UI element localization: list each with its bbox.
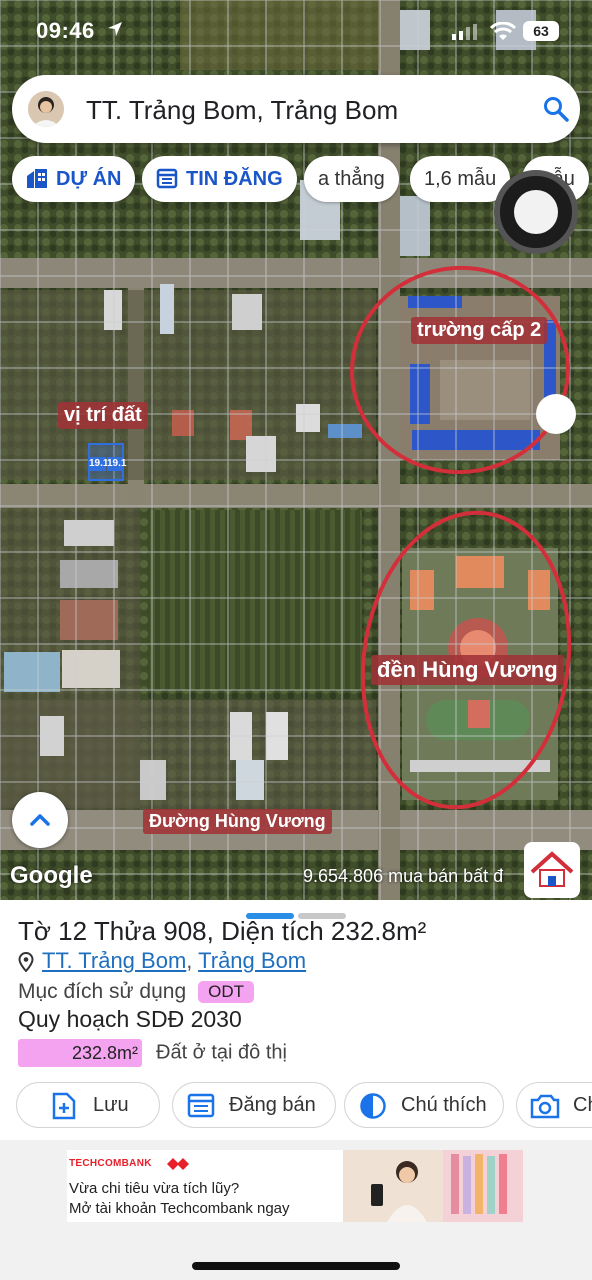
label-temple: đền Hùng Vương (371, 655, 564, 685)
district-link[interactable]: Trảng Bom (198, 948, 306, 973)
status-bar: 09:46 63 (0, 0, 592, 64)
legend-label: Chú thích (401, 1094, 487, 1116)
camera-add-icon (530, 1094, 560, 1119)
add-photo-label: Ch (573, 1094, 592, 1116)
ad-brand: TECHCOMBANK (69, 1158, 152, 1169)
ad-banner[interactable]: TECHCOMBANK Vừa chi tiêu vừa tích lũy? M… (67, 1150, 523, 1222)
clock: 09:46 (36, 18, 95, 43)
search-input[interactable]: TT. Trảng Bom, Trảng Bom (86, 95, 398, 126)
chevron-up-icon (30, 814, 50, 826)
action-buttons: Lưu Đăng bán Chú thích C (16, 1082, 592, 1128)
listing-count[interactable]: 9.654.806 mua bán bất đ (303, 866, 503, 887)
location-row: TT. Trảng Bom, Trảng Bom (18, 948, 306, 974)
location-separator: , (186, 948, 193, 973)
area-description: Đất ở tại đô thị (156, 1041, 287, 1064)
selected-parcel[interactable]: 19.1 19.1 (88, 443, 127, 481)
chip-a-thang[interactable]: a thẳng (304, 156, 399, 202)
chip-tin-dang[interactable]: TIN ĐĂNG (142, 156, 297, 202)
save-label: Lưu (93, 1094, 129, 1116)
location-arrow-icon (108, 22, 122, 36)
plan-label: Quy hoạch SDĐ 2030 (18, 1006, 242, 1032)
cellular-signal-icon (452, 24, 477, 40)
area-value: 232.8m² (18, 1039, 142, 1067)
calendar-list-icon (187, 1093, 215, 1118)
chip-1-6-mau[interactable]: 1,6 mẫu (410, 156, 511, 202)
chip-du-an[interactable]: DỰ ÁN (12, 156, 136, 202)
parcel-info-sheet: Tờ 12 Thửa 908, Diện tích 232.8m² TT. Tr… (0, 900, 592, 1140)
location-pin-icon (18, 952, 34, 973)
label-road: Đường Hùng Vương (143, 809, 332, 834)
file-add-icon (52, 1092, 76, 1120)
ad-photo (343, 1150, 523, 1222)
add-photo-button[interactable]: Ch (516, 1082, 592, 1128)
home-indicator[interactable] (192, 1262, 400, 1270)
map-drag-handle[interactable] (536, 394, 576, 434)
google-logo: Google (10, 862, 93, 889)
chip-label: TIN ĐĂNG (186, 168, 283, 190)
purpose-row: Mục đích sử dụng ODT (18, 980, 255, 1004)
post-sale-button[interactable]: Đăng bán (172, 1082, 336, 1128)
wifi-icon (490, 22, 516, 40)
search-bar[interactable]: TT. Trảng Bom, Trảng Bom (12, 75, 580, 143)
satellite-map[interactable]: 09:46 63 TT. Trảng Bom, Trảng Bom DỰ ÁN … (0, 0, 592, 900)
parcel-tag: 19.1 (89, 457, 109, 471)
save-button[interactable]: Lưu (16, 1082, 160, 1128)
contrast-icon (360, 1093, 386, 1119)
chip-label: DỰ ÁN (56, 168, 122, 190)
calendar-list-icon (156, 168, 178, 188)
parcel-title: Tờ 12 Thửa 908, Diện tích 232.8m² (18, 916, 427, 946)
brand-logo[interactable] (524, 842, 580, 898)
compass-icon (514, 190, 558, 234)
compass-button[interactable] (494, 170, 578, 254)
ad-subline: Mở tài khoản Techcombank ngay (69, 1200, 290, 1217)
battery-indicator: 63 (523, 21, 559, 41)
parcel-tag: 19.1 (107, 457, 127, 471)
ad-area: TECHCOMBANK Vừa chi tiêu vừa tích lũy? M… (0, 1140, 592, 1280)
label-land-location: vị trí đất (58, 402, 148, 429)
purpose-badge: ODT (198, 981, 255, 1003)
post-sale-label: Đăng bán (229, 1094, 316, 1116)
purpose-label: Mục đích sử dụng (18, 980, 187, 1003)
user-photo-icon (28, 91, 64, 127)
search-icon[interactable] (542, 95, 570, 123)
label-school: trường cấp 2 (411, 317, 548, 344)
expand-up-button[interactable] (12, 792, 68, 848)
area-row: 232.8m² Đất ở tại đô thị (18, 1039, 287, 1067)
screen: 09:46 63 TT. Trảng Bom, Trảng Bom DỰ ÁN … (0, 0, 592, 1280)
legend-button[interactable]: Chú thích (344, 1082, 504, 1128)
avatar[interactable] (28, 91, 64, 127)
house-logo-icon (530, 851, 574, 887)
town-link[interactable]: TT. Trảng Bom (42, 948, 186, 973)
building-icon (27, 168, 47, 188)
techcombank-logo-icon (167, 1158, 189, 1170)
ad-headline: Vừa chi tiêu vừa tích lũy? (69, 1180, 240, 1197)
